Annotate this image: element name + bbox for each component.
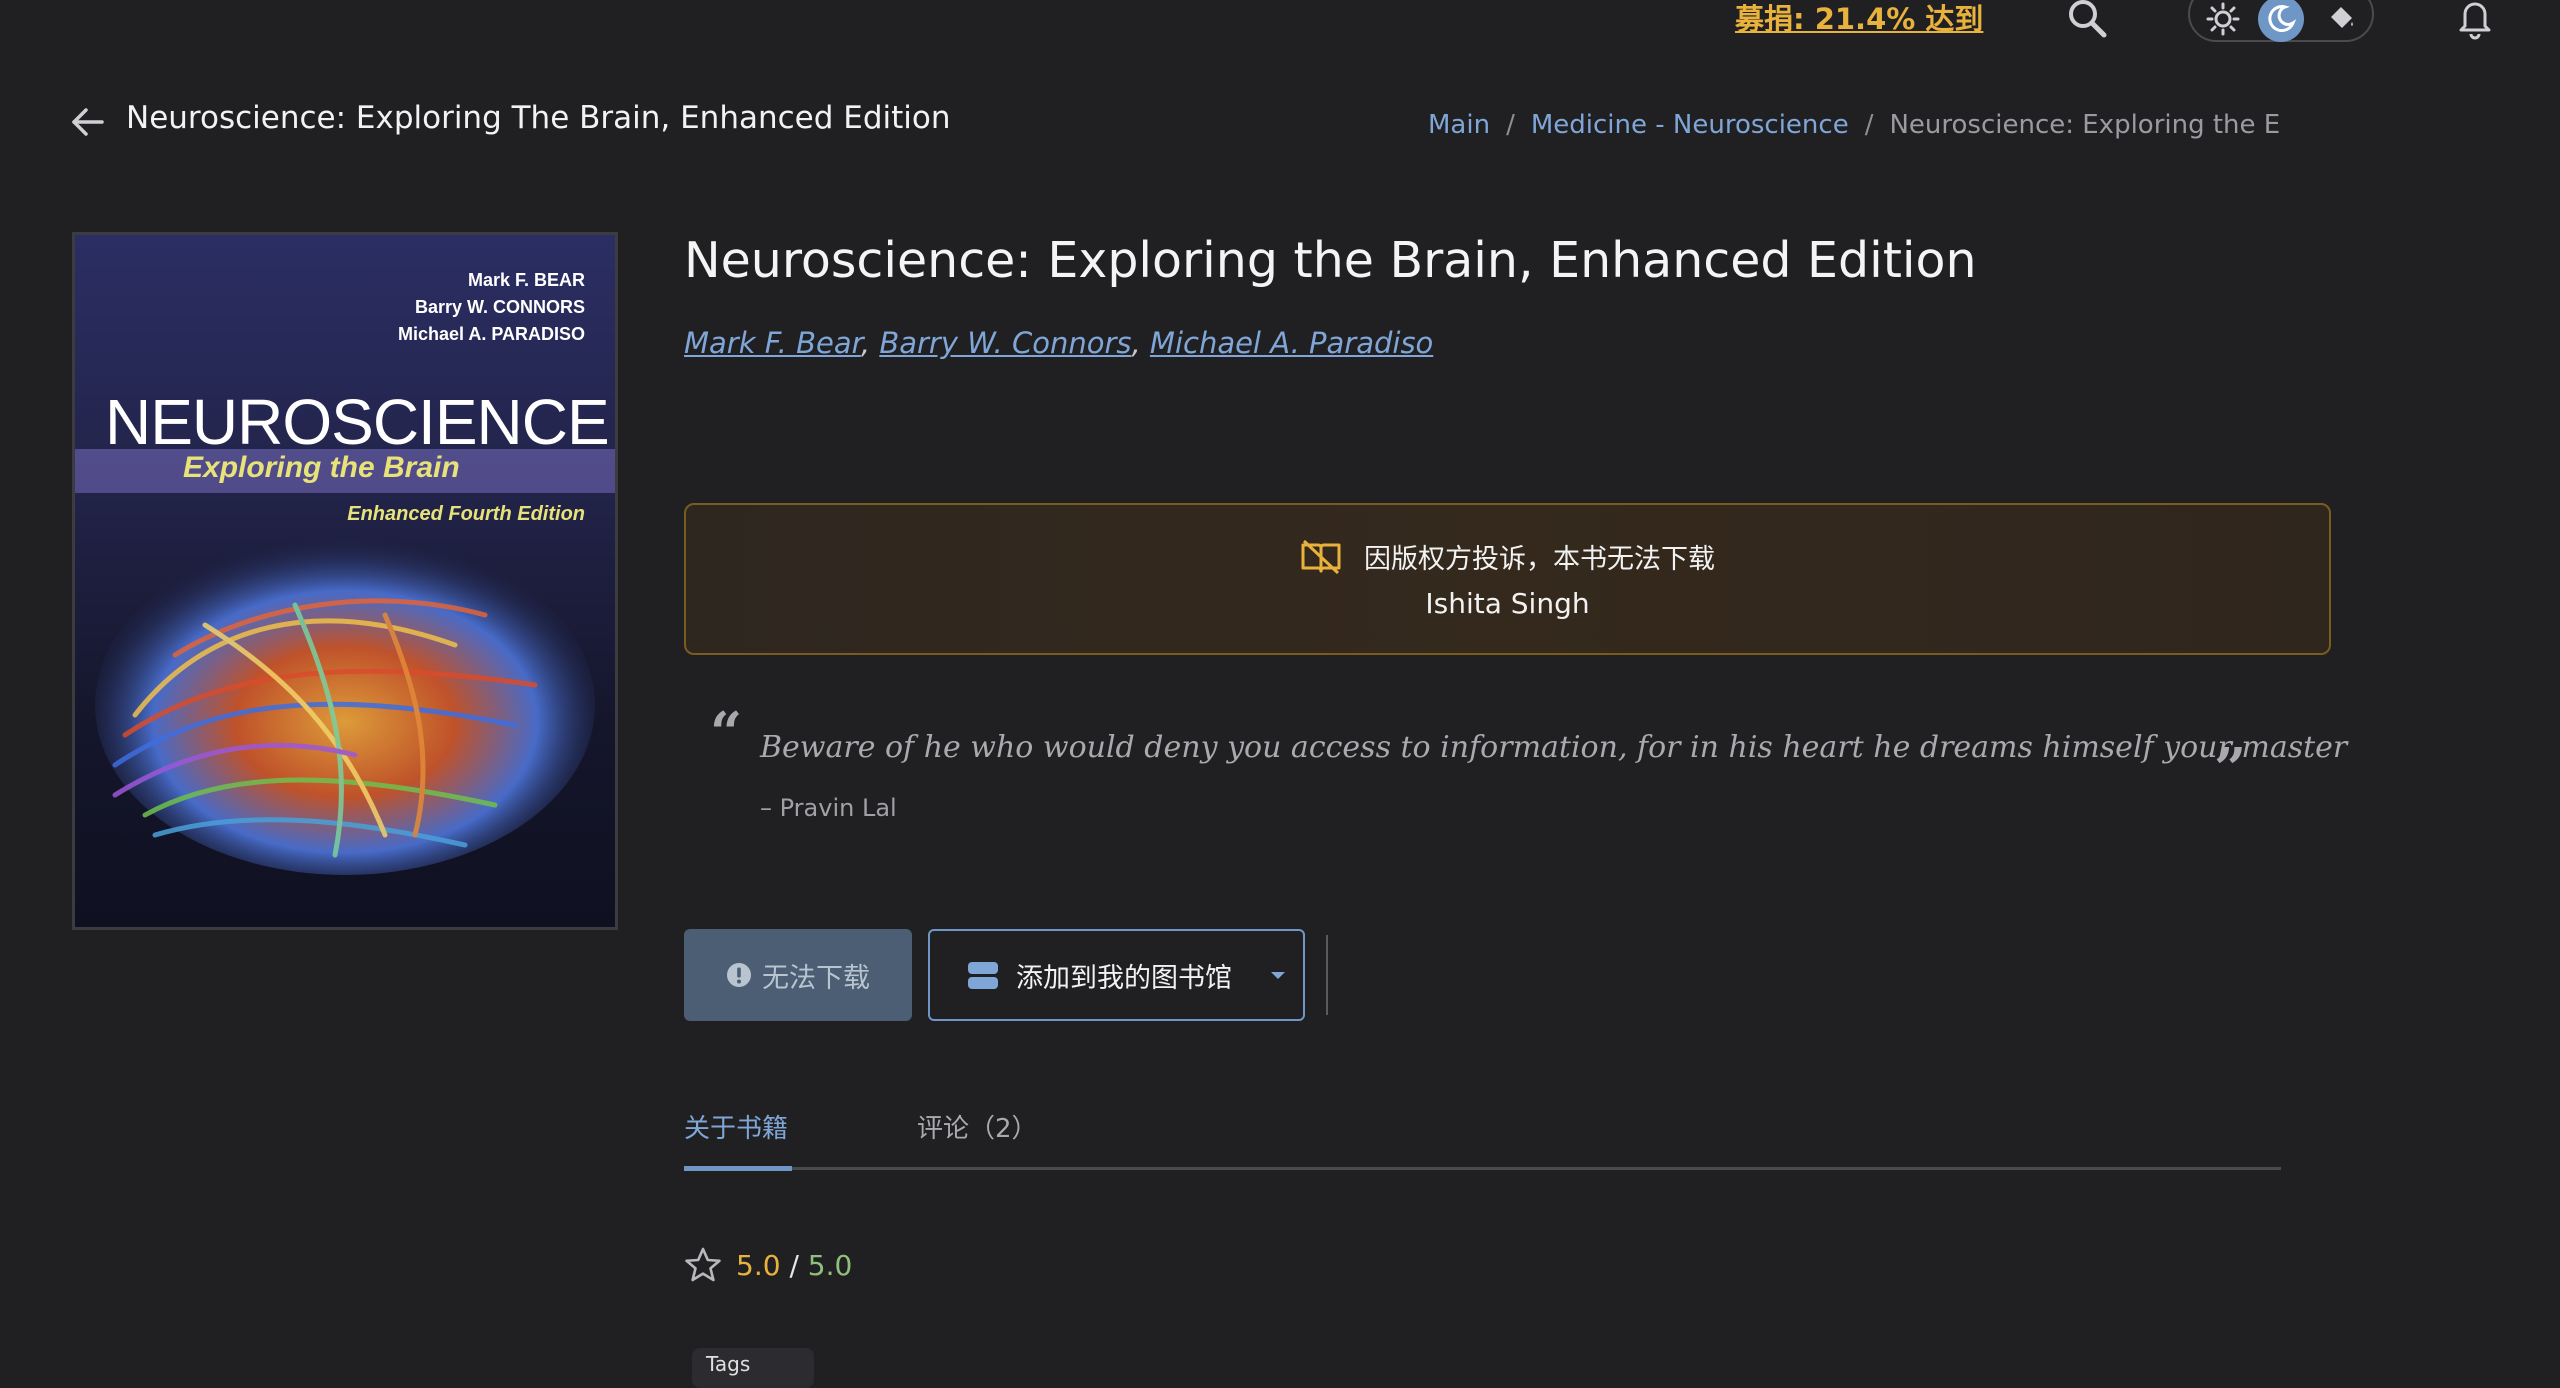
no-download-label: 无法下载 (762, 962, 870, 994)
add-to-library-label: 添加到我的图书馆 (1016, 962, 1232, 994)
cover-author: Barry W. CONNORS (414, 297, 585, 317)
sun-icon[interactable] (2200, 0, 2246, 42)
bell-icon[interactable] (2453, 0, 2497, 40)
alert-circle-icon (727, 963, 751, 987)
no-download-button[interactable]: 无法下载 (684, 929, 912, 1021)
star-icon[interactable] (684, 1246, 722, 1284)
book-blocked-icon (1301, 539, 1341, 574)
author-link[interactable]: Michael A. Paradiso (1150, 326, 1433, 360)
breadcrumb-main-link[interactable]: Main (1428, 110, 1490, 140)
notice-message: 因版权方投诉，本书无法下载 (1364, 544, 1715, 575)
breadcrumb-category-link[interactable]: Medicine - Neuroscience (1531, 110, 1849, 140)
rating-separator: / (789, 1248, 799, 1282)
copyright-notice: 因版权方投诉，本书无法下载 Ishita Singh (684, 503, 2331, 655)
book-cover: Mark F. BEAR Barry W. CONNORS Michael A.… (72, 232, 618, 930)
breadcrumb: Main / Medicine - Neuroscience / Neuroscienc… (1428, 110, 2282, 140)
open-quote-mark: “ (710, 700, 743, 766)
rating-value: 5.0 (736, 1248, 781, 1282)
donate-link[interactable]: 募捐: 21.4% 达到 (1735, 0, 1983, 38)
quote-author: – Pravin Lal (760, 794, 897, 822)
notice-claimant: Ishita Singh (1425, 587, 1590, 620)
chevron-down-icon[interactable] (1268, 968, 1288, 982)
cover-subtitle: Exploring the Brain (183, 451, 460, 484)
tab-active-indicator (684, 1166, 792, 1171)
author-link[interactable]: Barry W. Connors (879, 326, 1131, 360)
tab-underline (684, 1167, 2281, 1170)
cover-author: Mark F. BEAR (467, 270, 585, 290)
theme-toggle[interactable] (2188, 0, 2374, 42)
tags-chip[interactable]: Tags (692, 1348, 814, 1388)
breadcrumb-separator: / (1506, 110, 1515, 140)
cover-authors: Mark F. BEAR Barry W. CONNORS Michael A.… (398, 267, 585, 348)
rating: 5.0 / 5.0 (684, 1246, 852, 1284)
brain-illustration (95, 535, 595, 875)
paint-bucket-icon[interactable] (2318, 0, 2364, 42)
page-title: Neuroscience: Exploring The Brain, Enhan… (126, 100, 951, 136)
author-separator: , (1131, 326, 1141, 360)
breadcrumb-separator: / (1864, 110, 1874, 140)
search-icon[interactable] (2065, 0, 2109, 40)
breadcrumb-current: Neuroscience: Exploring the E (1889, 110, 2281, 140)
author-separator: , (860, 326, 871, 360)
book-title: Neuroscience: Exploring the Brain, Enhan… (684, 232, 1977, 289)
library-icon (968, 962, 998, 989)
tab-about-book[interactable]: 关于书籍 (684, 1108, 788, 1145)
rating-max: 5.0 (807, 1248, 853, 1282)
cover-author: Michael A. PARADISO (397, 324, 585, 344)
cover-title: NEUROSCIENCE (105, 386, 610, 458)
cover-edition: Enhanced Fourth Edition (347, 503, 585, 525)
divider (1326, 935, 1328, 1015)
close-quote-mark: ” (2214, 736, 2247, 802)
back-arrow-icon[interactable] (68, 102, 108, 142)
author-link[interactable]: Mark F. Bear (684, 326, 861, 360)
moon-icon[interactable] (2258, 0, 2304, 42)
add-to-library-button[interactable]: 添加到我的图书馆 (928, 929, 1305, 1021)
quote-text: Beware of he who would deny you access t… (760, 730, 2348, 765)
author-list: Mark F. Bear, Barry W. Connors, Michael … (684, 326, 1433, 360)
tab-comments[interactable]: 评论（2） (917, 1108, 1038, 1145)
